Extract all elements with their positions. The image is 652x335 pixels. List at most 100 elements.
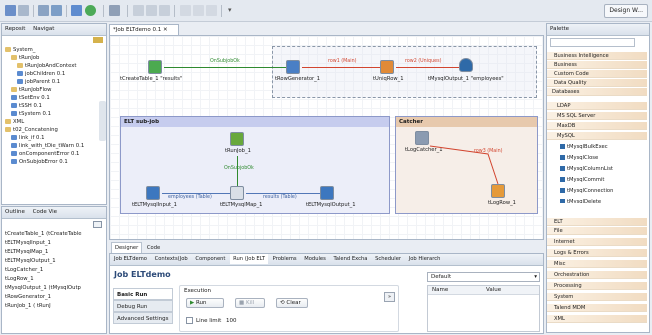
palette-category[interactable]: Data Quality	[547, 79, 647, 87]
log-row-icon[interactable]	[491, 184, 505, 198]
palette-item[interactable]: tMysqlClose	[547, 154, 647, 162]
tab-job[interactable]: Job ELTdemo	[111, 254, 150, 264]
uniq-row-icon[interactable]	[380, 60, 394, 74]
job-canvas[interactable]: tCreateTable_1 "results" OnSubjobOk tRow…	[109, 35, 544, 240]
row-generator-icon[interactable]	[286, 60, 300, 74]
palette-category[interactable]: Custom Code	[547, 70, 647, 78]
palette-category[interactable]: Orchestration	[547, 271, 647, 279]
palette-category[interactable]: System	[547, 293, 647, 301]
mysql-output-icon[interactable]	[459, 58, 473, 72]
expand-context-button[interactable]: »	[384, 292, 395, 302]
tree-item[interactable]: OnSubjobError 0.1	[11, 159, 68, 166]
tree-item[interactable]: tSSH 0.1	[11, 103, 42, 110]
elt-output-icon[interactable]	[320, 186, 334, 200]
tab-repository[interactable]: Reposit	[5, 26, 25, 32]
palette-category[interactable]: Business	[547, 61, 647, 69]
list-item[interactable]: tELTMysqlInput_1	[5, 240, 51, 247]
tab-talend-exchange[interactable]: Talend Excha	[330, 254, 370, 264]
context-select[interactable]: Default ▾	[427, 272, 540, 282]
tree-item[interactable]: tSystem 0.1	[11, 111, 51, 118]
tree-item[interactable]: jobParent 0.1	[17, 79, 60, 86]
tree-item[interactable]: XML	[5, 119, 24, 126]
tab-component[interactable]: Component	[192, 254, 228, 264]
palette-category[interactable]: Logs & Errors	[547, 249, 647, 257]
import-icon[interactable]	[51, 5, 62, 16]
history-icon[interactable]	[206, 5, 217, 16]
scrollbar[interactable]	[99, 101, 106, 141]
palette-category[interactable]: XML	[547, 315, 647, 323]
kill-button[interactable]: ■ Kill	[235, 298, 265, 308]
tab-code[interactable]: Code	[144, 243, 163, 253]
list-item[interactable]: tCreateTable_1 (tCreateTable	[5, 231, 82, 238]
create-table-icon[interactable]	[148, 60, 162, 74]
run-icon[interactable]	[85, 5, 96, 16]
tree-item[interactable]: System_	[5, 47, 35, 54]
tab-advanced-settings[interactable]: Advanced Settings	[113, 312, 173, 324]
forward-icon[interactable]	[193, 5, 204, 16]
export-icon[interactable]	[38, 5, 49, 16]
outline-view-icon[interactable]	[93, 221, 102, 228]
palette-category[interactable]: Internet	[547, 238, 647, 246]
palette-category[interactable]: Databases	[547, 88, 647, 96]
text-icon[interactable]	[109, 5, 120, 16]
tree-item[interactable]: tSetEnv 0.1	[11, 95, 50, 102]
elt-map-icon[interactable]	[230, 186, 244, 200]
tab-scheduler[interactable]: Scheduler	[372, 254, 404, 264]
palette-category[interactable]: Talend MDM	[547, 304, 647, 312]
collapse-icon[interactable]	[93, 37, 103, 43]
list-item[interactable]: tELTMysqlOutput_1	[5, 258, 56, 265]
tab-outline[interactable]: Outline	[5, 209, 25, 215]
search-icon[interactable]	[71, 5, 82, 16]
tree-item[interactable]: link_with_tDie_tWarn 0.1	[11, 143, 84, 150]
palette-subcategory[interactable]: LDAP	[547, 102, 647, 110]
tree-item[interactable]: onComponentError 0.1	[11, 151, 79, 158]
tree-item[interactable]: tRunJobAndContext	[17, 63, 77, 70]
tab-job-editor[interactable]: *Job ELTdemo 0.1 ✕	[109, 24, 179, 35]
list-item[interactable]: tLogRow_1	[5, 276, 34, 283]
palette-item[interactable]: tMysqlConnection	[547, 187, 647, 195]
palette-subcategory[interactable]: MS SQL Server	[547, 112, 647, 120]
tab-code-viewer[interactable]: Code Vie	[33, 209, 57, 215]
palette-category[interactable]: Processing	[547, 282, 647, 290]
list-item[interactable]: tLogCatcher_1	[5, 267, 43, 274]
elt-input-icon[interactable]	[146, 186, 160, 200]
edit-icon[interactable]	[146, 5, 157, 16]
palette-category[interactable]: ELT	[547, 218, 647, 226]
back-icon[interactable]	[180, 5, 191, 16]
palette-subcategory[interactable]: MySQL	[547, 132, 647, 140]
palette-category[interactable]: Misc	[547, 260, 647, 268]
list-item[interactable]: tMysqlOutput_1 (tMysqlOutp	[5, 285, 81, 292]
tab-job-hierarchy[interactable]: Job Hierarch	[406, 254, 444, 264]
palette-category[interactable]: Business Intelligence	[547, 52, 647, 60]
list-item[interactable]: tELTMysqlMap_1	[5, 249, 48, 256]
list-item[interactable]: tRunJob_1 ( tRunJ	[5, 303, 51, 310]
palette-subcategory[interactable]: MaxDB	[547, 122, 647, 130]
tree-item[interactable]: t02_Concatening	[5, 127, 58, 134]
palette-item[interactable]: tMysqlColumnList	[547, 165, 647, 173]
tree-item[interactable]: tRunJob	[11, 55, 39, 62]
run-job-icon[interactable]	[230, 132, 244, 146]
save-icon[interactable]	[18, 5, 29, 16]
palette-item[interactable]: tMysqlBulkExec	[547, 143, 647, 151]
palette-category[interactable]: File	[547, 227, 647, 235]
palette-search-input[interactable]	[550, 38, 635, 47]
tree-item[interactable]: link_if 0.1	[11, 135, 44, 142]
pencil-icon[interactable]	[133, 5, 144, 16]
clear-button[interactable]: ⟲ Clear	[276, 298, 308, 308]
line-limit-value[interactable]: 100	[226, 318, 237, 324]
palette-item[interactable]: tMysqlDelete	[547, 198, 647, 203]
palette-item[interactable]: tMysqlCommit	[547, 176, 647, 184]
tab-modules[interactable]: Modules	[301, 254, 329, 264]
tree-item[interactable]: jobChildren 0.1	[17, 71, 65, 78]
tab-navigator[interactable]: Navigat	[33, 26, 54, 32]
new-icon[interactable]	[5, 5, 16, 16]
list-item[interactable]: tRowGenerator_1	[5, 294, 51, 301]
tab-basic-run[interactable]: Basic Run	[113, 288, 173, 300]
tab-debug-run[interactable]: Debug Run	[113, 300, 173, 312]
perspective-switcher[interactable]: Design W...	[604, 4, 648, 18]
tree-item[interactable]: tRunJobFlow	[11, 87, 52, 94]
tab-run[interactable]: Run (Job ELT	[230, 254, 269, 264]
tab-problems[interactable]: Problems	[270, 254, 300, 264]
line-limit-checkbox[interactable]	[186, 317, 193, 324]
run-button[interactable]: ▶ Run	[186, 298, 224, 308]
